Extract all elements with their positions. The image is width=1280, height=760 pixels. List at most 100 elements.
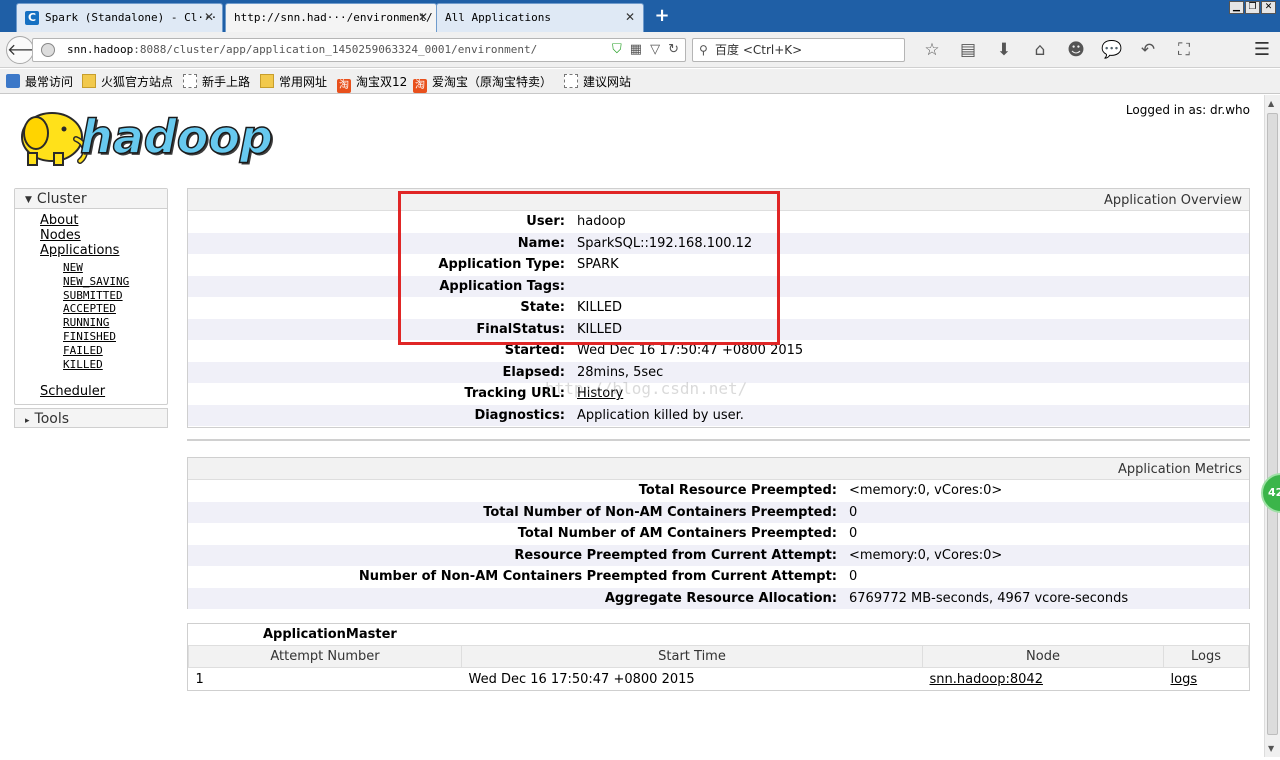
scroll-down-icon[interactable]: ▼ [1268,744,1274,753]
shield-icon[interactable]: ⛉ [612,39,622,61]
nav-state-running[interactable]: RUNNING [63,316,109,329]
red-highlight-box [398,191,780,345]
metrics-value: 0 [849,569,858,584]
nav-state-new-saving[interactable]: NEW_SAVING [63,275,129,288]
qr-code-icon[interactable]: ▦ [630,39,642,61]
toolbar-icons: ☆ ▤ ⬇ ⌂ ☻ 💬 ↶ ⛶ [914,38,1202,62]
scroll-thumb[interactable] [1267,113,1278,735]
nav-scheduler-link[interactable]: Scheduler [40,384,105,399]
metrics-key: Resource Preempted from Current Attempt: [514,547,837,563]
download-icon[interactable]: ⬇ [986,38,1022,62]
reload-icon[interactable]: ↻ [668,39,679,61]
dropdown-arrow-icon[interactable]: ▽ [650,39,660,61]
bookmark-ai-taobao[interactable]: 淘爱淘宝（原淘宝特卖） [413,73,552,93]
nav-state-new[interactable]: NEW [63,261,83,274]
bookmark-most-visited[interactable]: 最常访问 [6,73,73,91]
col-start-time[interactable]: Start Time [461,645,923,668]
logo-wordmark-front: hadoop [80,110,273,164]
folder-icon [82,74,96,88]
nav-about-link[interactable]: About [40,213,78,228]
node-link[interactable]: snn.hadoop:8042 [930,672,1043,687]
section-divider [187,439,1250,441]
smiley-icon[interactable]: ☻ [1058,38,1094,62]
url-host: snn.hadoop [67,43,134,56]
metrics-key: Number of Non-AM Containers Preempted fr… [358,569,837,584]
tab-title: All Applications [445,11,551,24]
col-attempt-number[interactable]: Attempt Number [188,645,462,668]
bookmark-getting-started[interactable]: 新手上路 [183,73,250,91]
nav-state-killed[interactable]: KILLED [63,358,103,371]
vertical-scrollbar[interactable]: ▲ ▼ [1264,95,1280,757]
metrics-value: 0 [849,526,858,541]
overview-key: Elapsed: [502,364,565,380]
left-navigation: ▼ Cluster About Nodes Applications NEW NE… [14,188,168,429]
bookmark-firefox-sites[interactable]: 火狐官方站点 [82,73,173,91]
metrics-value: <memory:0, vCores:0> [849,483,1003,498]
nav-state-finished[interactable]: FINISHED [63,330,116,343]
table-header-row: Attempt Number Start Time Node Logs [188,645,1249,668]
star-icon [6,74,20,88]
metrics-row: Number of Non-AM Containers Preempted fr… [188,566,1249,588]
triangle-right-icon: ▸ [25,416,30,427]
app-states-list: NEW NEW_SAVING SUBMITTED ACCEPTED RUNNIN… [40,258,167,374]
close-icon[interactable]: ✕ [625,4,635,31]
nav-nodes-link[interactable]: Nodes [40,228,81,243]
taobao-icon: 淘 [337,79,351,93]
bookmarks-bar: 最常访问 火狐官方站点 新手上路 常用网址 淘淘宝双12 淘爱淘宝（原淘宝特卖）… [0,69,1280,94]
tab-all-applications[interactable]: All Applications ✕ [436,3,644,32]
nav-applications-link[interactable]: Applications [40,243,119,258]
navigation-toolbar: 🡐 snn.hadoop:8088/cluster/app/applicatio… [0,32,1280,68]
start-time-cell: Wed Dec 16 17:50:47 +0800 2015 [468,671,695,687]
metrics-row: Total Number of Non-AM Containers Preemp… [188,501,1249,523]
back-arrow-icon[interactable]: 🡐 [6,36,50,64]
web-page: hadoop hadoop Logged in as: dr.who ▼ Clus… [0,95,1264,757]
nav-state-accepted[interactable]: ACCEPTED [63,302,116,315]
scroll-up-icon[interactable]: ▲ [1268,99,1274,108]
tab-spark-standalone[interactable]: C Spark (Standalone) - Cl··· ✕ [16,3,223,32]
undo-icon[interactable]: ↶ [1130,38,1166,62]
bookmark-suggested-sites[interactable]: 建议网站 [564,73,631,91]
screenshot-crop-icon[interactable]: ⛶ [1166,38,1202,62]
metrics-key: Aggregate Resource Allocation: [604,590,837,606]
tools-toggle[interactable]: ▸ Tools [14,408,168,429]
overview-value: Application killed by user. [577,407,744,423]
bookmark-common-sites[interactable]: 常用网址 [260,73,327,91]
metrics-value: 6769772 MB-seconds, 4967 vcore-seconds [849,590,1129,606]
metrics-key: Total Number of Non-AM Containers Preemp… [483,504,837,520]
metrics-key: Total Number of AM Containers Preempted: [517,526,837,541]
attempt-number-cell: 1 [195,671,204,687]
logs-link[interactable]: logs [1171,672,1198,687]
app-master-title: ApplicationMaster [263,627,397,642]
search-input[interactable]: ⚲ 百度 <Ctrl+K> [692,38,905,62]
table-row: 1 Wed Dec 16 17:50:47 +0800 2015 snn.had… [189,668,1249,691]
bookmark-taobao-12[interactable]: 淘淘宝双12 [337,73,407,93]
cluster-toggle[interactable]: ▼ Cluster [15,189,167,209]
metrics-row: Resource Preempted from Current Attempt:… [188,544,1249,566]
new-tab-button[interactable]: + [650,5,674,27]
window-close-icon[interactable]: ✕ [1261,1,1276,14]
restore-icon[interactable]: ❐ [1245,1,1260,14]
nav-state-failed[interactable]: FAILED [63,344,103,357]
url-bar[interactable]: snn.hadoop:8088/cluster/app/application_… [32,38,686,62]
home-icon[interactable]: ⌂ [1022,38,1058,62]
nav-state-submitted[interactable]: SUBMITTED [63,289,123,302]
bookmark-star-icon[interactable]: ☆ [914,38,950,62]
col-logs[interactable]: Logs [1163,645,1249,668]
url-path: :8088/cluster/app/application_1450259063… [133,43,538,56]
chat-icon[interactable]: 💬 [1094,38,1130,62]
metrics-title: Application Metrics [188,458,1249,480]
globe-icon [41,43,55,57]
tab-title: Spark (Standalone) - Cl··· [45,11,218,24]
minimize-icon[interactable]: ▁ [1229,1,1244,14]
metrics-rows: Total Resource Preempted: <memory:0, vCor… [188,480,1249,609]
taobao-icon: 淘 [413,79,427,93]
hamburger-menu-icon[interactable]: ☰ [1254,38,1270,62]
tab-bar: C Spark (Standalone) - Cl··· ✕ http://snn… [0,0,1280,32]
overview-key: Diagnostics: [474,407,565,423]
close-icon[interactable]: ✕ [204,4,214,31]
close-icon[interactable]: ✕ [418,4,428,31]
col-node[interactable]: Node [922,645,1164,668]
reading-list-icon[interactable]: ▤ [950,38,986,62]
app-favicon-icon: C [25,11,39,25]
tab-environment[interactable]: http://snn.had···/environment/ ✕ [225,3,437,32]
